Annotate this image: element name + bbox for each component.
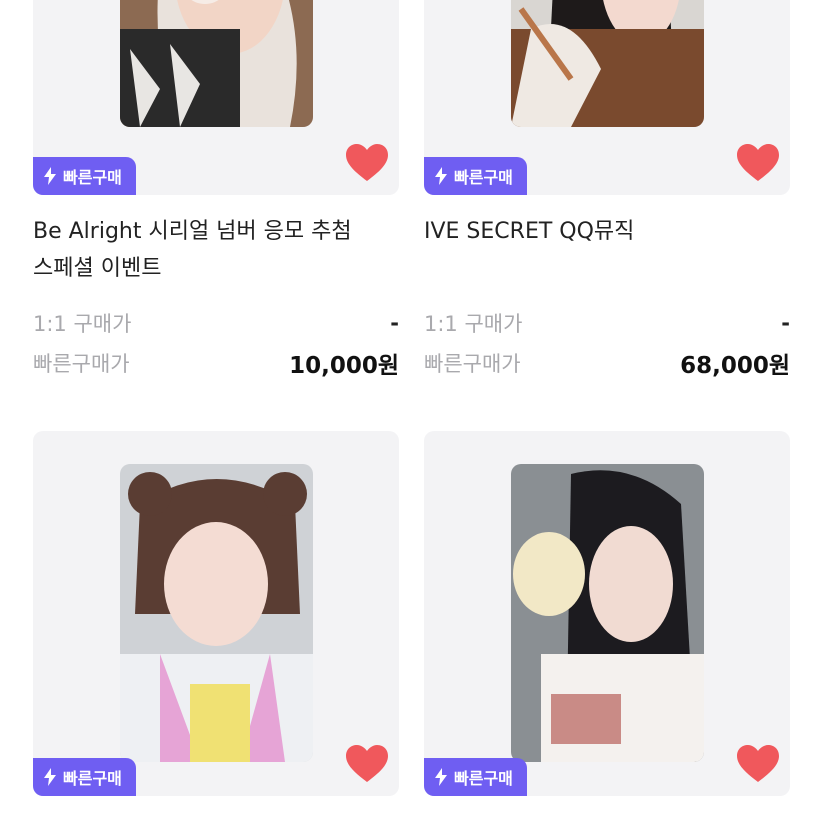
product-photo xyxy=(120,0,313,127)
quick-buy-price-value: 10,000원 xyxy=(289,353,399,379)
badge-label: 빠른구매 xyxy=(63,769,122,788)
product-card-4[interactable]: 빠른구매 xyxy=(424,431,790,796)
product-image-box[interactable]: 빠른구매 xyxy=(33,431,399,796)
product-photo xyxy=(511,464,704,762)
badge-label: 빠른구매 xyxy=(454,769,513,788)
quick-buy-price-label: 빠른구매가 xyxy=(33,352,130,376)
product-card-3[interactable]: 빠른구매 xyxy=(33,431,399,796)
product-photo xyxy=(120,464,313,762)
quick-buy-price-label: 빠른구매가 xyxy=(424,352,521,376)
product-title-line-1: IVE SECRET QQ뮤직 xyxy=(424,219,635,244)
one-to-one-price-row: 1:1 구매가 - xyxy=(424,303,790,343)
quick-buy-badge: 빠른구매 xyxy=(424,758,527,796)
heart-icon[interactable] xyxy=(345,143,389,183)
badge-label: 빠른구매 xyxy=(63,168,122,187)
quick-buy-price-row: 빠른구매가 10,000원 xyxy=(33,343,399,383)
product-photo xyxy=(511,0,704,127)
lightning-bolt-icon xyxy=(435,768,447,786)
lightning-bolt-icon xyxy=(44,768,56,786)
product-title[interactable]: Be Alright 시리얼 넘버 응모 추첨 스페셜 이벤트 xyxy=(33,213,399,287)
heart-icon[interactable] xyxy=(345,744,389,784)
product-image-box[interactable]: 빠른구매 xyxy=(33,0,399,195)
product-title-line-1: Be Alright 시리얼 넘버 응모 추첨 xyxy=(33,219,352,244)
product-card-2[interactable]: 빠른구매 IVE SECRET QQ뮤직 1:1 구매가 - 빠른구매가 68,… xyxy=(424,0,790,383)
lightning-bolt-icon xyxy=(44,167,56,185)
quick-buy-price-row: 빠른구매가 68,000원 xyxy=(424,343,790,383)
one-to-one-price-value: - xyxy=(390,311,399,335)
quick-buy-badge: 빠른구매 xyxy=(33,758,136,796)
quick-buy-price-value: 68,000원 xyxy=(680,353,790,379)
product-title-line-2: 스페셜 이벤트 xyxy=(33,256,162,281)
badge-label: 빠른구매 xyxy=(454,168,513,187)
quick-buy-badge: 빠른구매 xyxy=(33,157,136,195)
product-card-1[interactable]: 빠른구매 Be Alright 시리얼 넘버 응모 추첨 스페셜 이벤트 1:1… xyxy=(33,0,399,383)
product-image-box[interactable]: 빠른구매 xyxy=(424,0,790,195)
one-to-one-price-row: 1:1 구매가 - xyxy=(33,303,399,343)
product-title[interactable]: IVE SECRET QQ뮤직 xyxy=(424,213,790,287)
product-image-box[interactable]: 빠른구매 xyxy=(424,431,790,796)
heart-icon[interactable] xyxy=(736,744,780,784)
lightning-bolt-icon xyxy=(435,167,447,185)
one-to-one-price-label: 1:1 구매가 xyxy=(424,312,523,336)
one-to-one-price-label: 1:1 구매가 xyxy=(33,312,132,336)
one-to-one-price-value: - xyxy=(781,311,790,335)
heart-icon[interactable] xyxy=(736,143,780,183)
quick-buy-badge: 빠른구매 xyxy=(424,157,527,195)
